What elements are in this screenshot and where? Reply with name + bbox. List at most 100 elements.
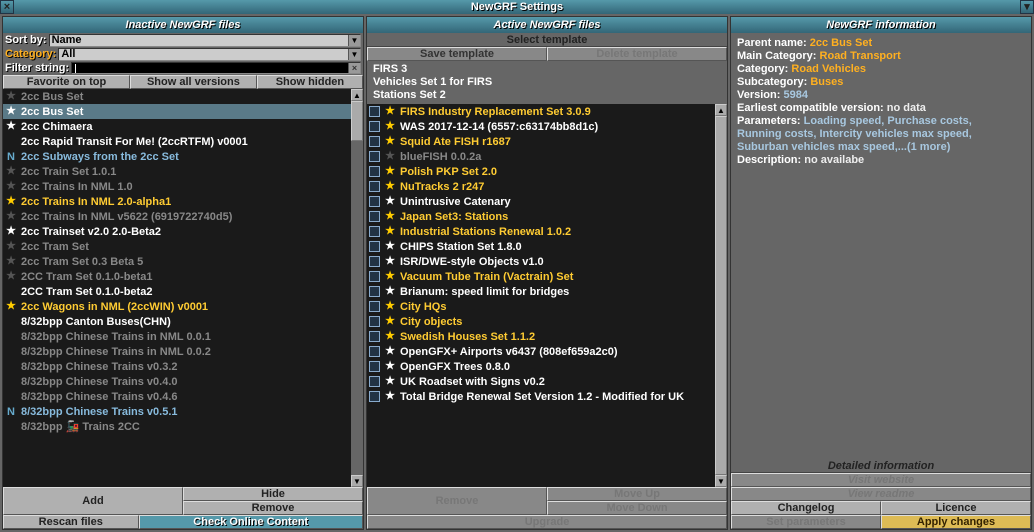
checkbox-icon[interactable] — [369, 331, 380, 342]
apply-changes-button[interactable]: Apply changes — [881, 515, 1031, 529]
list-item[interactable]: N8/32bpp Chinese Trains v0.5.1 — [3, 404, 351, 419]
checkbox-icon[interactable] — [369, 376, 380, 387]
checkbox-icon[interactable] — [369, 391, 380, 402]
list-item[interactable]: ★FIRS Industry Replacement Set 3.0.9 — [367, 104, 715, 119]
list-item[interactable]: ★WAS 2017-12-14 (6557:c63174bb8d1c) — [367, 119, 715, 134]
list-item[interactable]: 2cc Rapid Transit For Me! (2ccRTFM) v000… — [3, 134, 351, 149]
list-item[interactable]: ★2cc Tram Set 0.3 Beta 5 — [3, 254, 351, 269]
list-item[interactable]: ★Swedish Houses Set 1.1.2 — [367, 329, 715, 344]
checkbox-icon[interactable] — [369, 226, 380, 237]
scroll-down-icon[interactable]: ▼ — [715, 475, 727, 487]
checkbox-icon[interactable] — [369, 106, 380, 117]
checkbox-icon[interactable] — [369, 301, 380, 312]
move-down-button[interactable]: Move Down — [547, 501, 727, 515]
clear-icon[interactable]: × — [348, 63, 360, 73]
list-item[interactable]: ★2cc Chimaera — [3, 119, 351, 134]
list-item[interactable]: 8/32bpp 🚂 Trains 2CC — [3, 419, 351, 434]
list-item[interactable]: ★Unintrusive Catenary — [367, 194, 715, 209]
hide-button[interactable]: Hide — [183, 487, 363, 501]
list-item[interactable]: ★Squid Ate FISH r1687 — [367, 134, 715, 149]
list-item[interactable]: ★City HQs — [367, 299, 715, 314]
list-item[interactable]: 2CC Tram Set 0.1.0-beta2 — [3, 284, 351, 299]
list-item[interactable]: ★2cc Trains In NML v5622 (6919722740d5) — [3, 209, 351, 224]
list-item[interactable]: ★2CC Tram Set 0.1.0-beta1 — [3, 269, 351, 284]
rescan-button[interactable]: Rescan files — [3, 515, 139, 529]
filter-input[interactable]: × — [71, 62, 361, 74]
list-item[interactable]: ★2cc Bus Set — [3, 104, 351, 119]
add-button[interactable]: Add — [3, 487, 183, 515]
visit-website-button[interactable]: Visit website — [731, 473, 1031, 487]
list-item[interactable]: ★OpenGFX Trees 0.8.0 — [367, 359, 715, 374]
checkbox-icon[interactable] — [369, 121, 380, 132]
list-item[interactable]: ★OpenGFX+ Airports v6437 (808ef659a2c0) — [367, 344, 715, 359]
list-item[interactable]: ★Total Bridge Renewal Set Version 1.2 - … — [367, 389, 715, 404]
list-item[interactable]: ★2cc Trains In NML 1.0 — [3, 179, 351, 194]
checkbox-icon[interactable] — [369, 196, 380, 207]
delete-template-button[interactable]: Delete template — [547, 47, 727, 61]
list-item[interactable]: ★2cc Trainset v2.0 2.0-Beta2 — [3, 224, 351, 239]
checkbox-icon[interactable] — [369, 256, 380, 267]
active-list[interactable]: ★FIRS Industry Replacement Set 3.0.9★WAS… — [367, 104, 727, 487]
list-item[interactable]: ★2cc Trains In NML 2.0-alpha1 — [3, 194, 351, 209]
scrollbar[interactable]: ▲ ▼ — [715, 104, 727, 487]
scrollbar[interactable]: ▲ ▼ — [351, 89, 363, 487]
checkbox-icon[interactable] — [369, 271, 380, 282]
list-item[interactable]: 8/32bpp Chinese Trains v0.4.0 — [3, 374, 351, 389]
checkbox-icon[interactable] — [369, 166, 380, 177]
list-item[interactable]: ★City objects — [367, 314, 715, 329]
list-item[interactable]: ★ISR/DWE-style Objects v1.0 — [367, 254, 715, 269]
list-item[interactable]: 8/32bpp Canton Buses(CHN) — [3, 314, 351, 329]
licence-button[interactable]: Licence — [881, 501, 1031, 515]
checkbox-icon[interactable] — [369, 211, 380, 222]
list-item[interactable]: ★2cc Bus Set — [3, 89, 351, 104]
set-parameters-button[interactable]: Set parameters — [731, 515, 881, 529]
shade-button[interactable]: ▾ — [1020, 0, 1034, 14]
checkbox-icon[interactable] — [369, 286, 380, 297]
inactive-list[interactable]: ★2cc Bus Set★2cc Bus Set★2cc Chimaera2cc… — [3, 89, 363, 487]
list-item[interactable]: 8/32bpp Chinese Trains v0.3.2 — [3, 359, 351, 374]
list-item[interactable]: ★CHIPS Station Set 1.8.0 — [367, 239, 715, 254]
save-template-button[interactable]: Save template — [367, 47, 547, 61]
sort-dropdown[interactable]: Name ▼ — [49, 34, 361, 47]
list-item[interactable]: ★2cc Tram Set — [3, 239, 351, 254]
list-item[interactable]: ★2cc Train Set 1.0.1 — [3, 164, 351, 179]
list-item[interactable]: ★2cc Wagons in NML (2ccWIN) v0001 — [3, 299, 351, 314]
checkbox-icon[interactable] — [369, 136, 380, 147]
changelog-button[interactable]: Changelog — [731, 501, 881, 515]
check-online-button[interactable]: Check Online Content — [139, 515, 364, 529]
show-hidden-button[interactable]: Show hidden — [257, 75, 363, 89]
favorite-on-top-button[interactable]: Favorite on top — [3, 75, 130, 89]
list-item[interactable]: ★Brianum: speed limit for bridges — [367, 284, 715, 299]
scroll-up-icon[interactable]: ▲ — [351, 89, 363, 101]
list-item[interactable]: N2cc Subways from the 2cc Set — [3, 149, 351, 164]
remove-button[interactable]: Remove — [183, 501, 363, 515]
checkbox-icon[interactable] — [369, 151, 380, 162]
star-icon: ★ — [384, 271, 396, 282]
list-item[interactable]: ★Industrial Stations Renewal 1.0.2 — [367, 224, 715, 239]
checkbox-icon[interactable] — [369, 346, 380, 357]
scroll-down-icon[interactable]: ▼ — [351, 475, 363, 487]
show-all-versions-button[interactable]: Show all versions — [130, 75, 257, 89]
checkbox-icon[interactable] — [369, 316, 380, 327]
list-item[interactable]: 8/32bpp Chinese Trains in NML 0.0.1 — [3, 329, 351, 344]
move-up-button[interactable]: Move Up — [547, 487, 727, 501]
list-item[interactable]: 8/32bpp Chinese Trains v0.4.6 — [3, 389, 351, 404]
view-readme-button[interactable]: View readme — [731, 487, 1031, 501]
list-item[interactable]: ★blueFISH 0.0.2a — [367, 149, 715, 164]
checkbox-icon[interactable] — [369, 241, 380, 252]
scroll-up-icon[interactable]: ▲ — [715, 104, 727, 116]
list-item[interactable]: ★Polish PKP Set 2.0 — [367, 164, 715, 179]
list-item-label: FIRS Industry Replacement Set 3.0.9 — [400, 106, 591, 118]
list-item[interactable]: 8/32bpp Chinese Trains in NML 0.0.2 — [3, 344, 351, 359]
category-dropdown[interactable]: All ▼ — [58, 48, 361, 61]
list-item[interactable]: ★UK Roadset with Signs v0.2 — [367, 374, 715, 389]
remove-active-button[interactable]: Remove — [367, 487, 547, 515]
checkbox-icon[interactable] — [369, 181, 380, 192]
checkbox-icon[interactable] — [369, 361, 380, 372]
upgrade-button[interactable]: Upgrade — [367, 515, 727, 529]
list-item[interactable]: ★Vacuum Tube Train (Vactrain) Set — [367, 269, 715, 284]
list-item[interactable]: ★Japan Set3: Stations — [367, 209, 715, 224]
select-template-button[interactable]: Select template — [367, 33, 727, 47]
list-item[interactable]: ★NuTracks 2 r247 — [367, 179, 715, 194]
close-button[interactable]: × — [0, 0, 14, 14]
